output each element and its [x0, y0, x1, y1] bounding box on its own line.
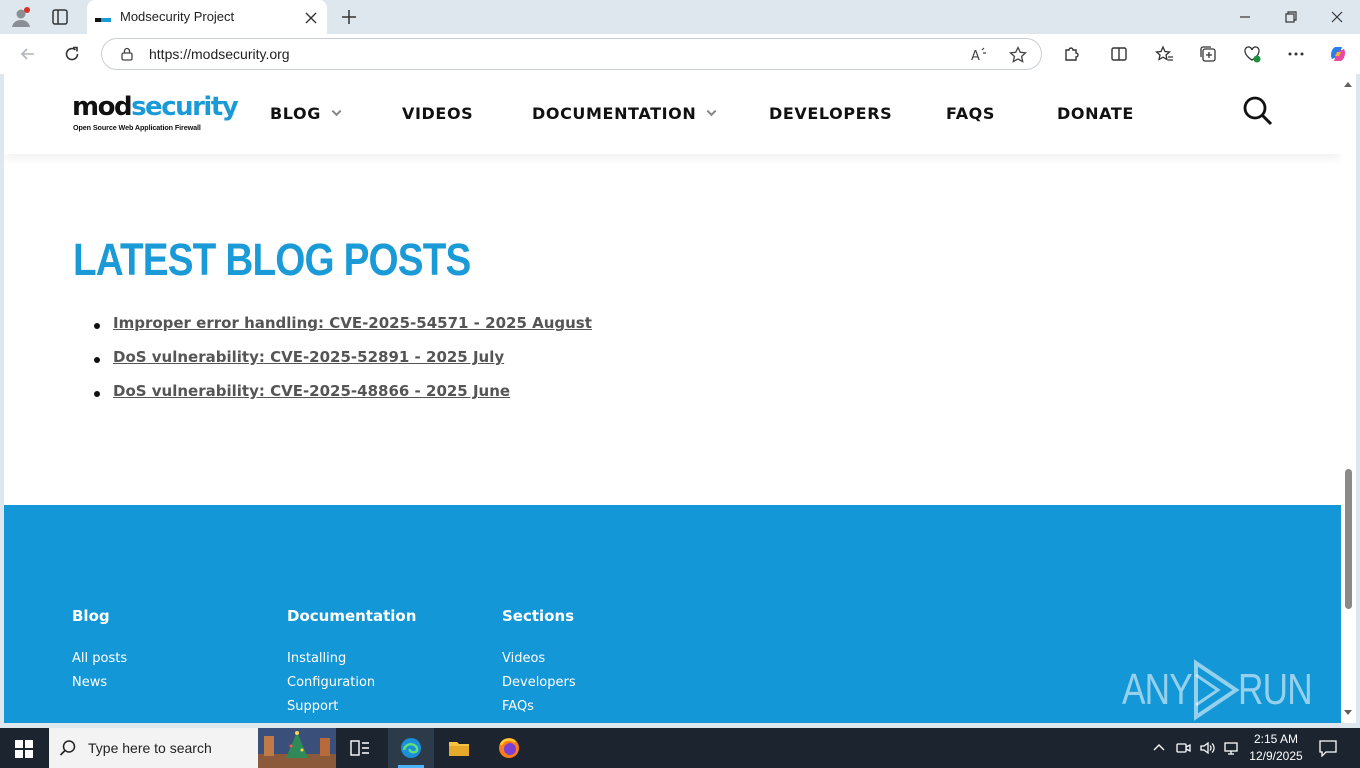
footer-link[interactable]: Installing [287, 651, 416, 675]
url-text[interactable]: https://modsecurity.org [149, 46, 290, 62]
blog-post-link[interactable]: DoS vulnerability: CVE-2025-48866 - 2025… [113, 382, 510, 400]
new-tab-icon[interactable] [339, 7, 359, 27]
close-window-icon[interactable] [1328, 8, 1346, 26]
modsecurity-logo[interactable]: modsecurity Open Source Web Application … [72, 92, 239, 136]
profile-icon[interactable] [10, 6, 32, 28]
latest-blog-posts-heading: LATEST BLOG POSTS [73, 234, 471, 285]
blog-post-link[interactable]: DoS vulnerability: CVE-2025-52891 - 2025… [113, 348, 504, 366]
footer-column-sections: Sections Videos Developers FAQs [502, 607, 576, 723]
collections-icon[interactable] [1198, 44, 1218, 64]
blog-post-link[interactable]: Improper error handling: CVE-2025-54571 … [113, 314, 592, 332]
back-arrow-icon[interactable] [18, 44, 38, 64]
footer-link[interactable]: FAQs [502, 699, 576, 723]
site-footer: Blog All posts News Documentation Instal… [4, 505, 1341, 723]
nav-documentation[interactable]: DOCUMENTATION [532, 104, 717, 123]
network-icon[interactable] [1223, 740, 1239, 756]
refresh-icon[interactable] [62, 44, 82, 64]
favorites-icon[interactable] [1154, 44, 1174, 64]
footer-column-title: Sections [502, 607, 575, 625]
tab-actions-icon[interactable] [50, 7, 70, 27]
clock-time: 2:15 AM [1253, 732, 1299, 746]
clock-date: 12/9/2025 [1249, 749, 1303, 763]
notification-center-icon[interactable] [1318, 739, 1338, 758]
logo-tagline: Open Source Web Application Firewall [73, 123, 201, 132]
extensions-icon[interactable] [1061, 44, 1081, 64]
more-options-icon[interactable] [1286, 44, 1306, 64]
footer-column-title: Documentation [287, 607, 417, 625]
scroll-thumb[interactable] [1345, 469, 1352, 609]
anyrun-watermark: ANY RUN [1118, 659, 1314, 721]
copilot-icon[interactable] [1328, 44, 1348, 64]
browser-tab-strip: Modsecurity Project [0, 0, 1360, 34]
logo-wordmark: modsecurity [72, 92, 239, 122]
footer-link[interactable]: News [72, 675, 127, 699]
minimize-icon[interactable] [1236, 8, 1254, 26]
lock-icon[interactable] [119, 46, 135, 62]
footer-link[interactable]: Support [287, 699, 416, 723]
tab-title: Modsecurity Project [120, 9, 235, 24]
footer-link[interactable]: Developers [502, 675, 576, 699]
svg-text:A: A [971, 49, 980, 64]
footer-column-documentation: Documentation Installing Configuration S… [287, 607, 416, 723]
windows-start-icon[interactable] [15, 740, 33, 758]
split-screen-icon[interactable] [1109, 44, 1129, 64]
browser-essentials-icon[interactable] [1242, 44, 1262, 64]
nav-blog[interactable]: BLOG [270, 104, 342, 123]
taskbar-search-placeholder: Type here to search [88, 740, 212, 756]
chevron-up-icon[interactable] [1151, 740, 1167, 756]
nav-videos[interactable]: VIDEOS [402, 104, 473, 123]
bullet [94, 391, 100, 397]
modsecurity-favicon-icon [95, 11, 111, 23]
file-explorer-icon[interactable] [436, 728, 482, 768]
page-viewport: modsecurity Open Source Web Application … [4, 74, 1341, 723]
edge-browser-icon[interactable] [388, 728, 434, 768]
play-logo-icon [1194, 659, 1240, 721]
windows-taskbar: Type here to search 2:15 AM 12/9/2025 [0, 728, 1360, 768]
firefox-icon[interactable] [486, 728, 532, 768]
close-tab-icon[interactable] [304, 10, 318, 24]
favorite-star-icon[interactable] [1008, 45, 1028, 65]
bullet [94, 357, 100, 363]
bullet [94, 323, 100, 329]
nav-developers[interactable]: DEVELOPERS [769, 104, 892, 123]
footer-link[interactable]: Videos [502, 651, 576, 675]
search-icon [59, 739, 77, 757]
footer-column-title: Blog [72, 607, 110, 625]
nav-donate[interactable]: DONATE [1057, 104, 1134, 123]
chevron-down-icon [331, 106, 342, 117]
footer-column-blog: Blog All posts News [72, 607, 127, 699]
nav-faqs[interactable]: FAQS [946, 104, 995, 123]
scroll-up-arrow-icon[interactable] [1344, 82, 1352, 87]
restore-icon[interactable] [1282, 8, 1300, 26]
volume-icon[interactable] [1199, 740, 1215, 756]
browser-toolbar: https://modsecurity.org A [0, 34, 1360, 74]
search-highlight-image-icon [258, 728, 336, 768]
task-view-icon[interactable] [337, 728, 383, 768]
address-bar[interactable]: https://modsecurity.org A [101, 38, 1042, 70]
page-scrollbar[interactable] [1341, 74, 1356, 723]
tab-modsecurity[interactable]: Modsecurity Project [87, 0, 327, 34]
taskbar-search-box[interactable]: Type here to search [49, 728, 336, 768]
chevron-down-icon [706, 106, 717, 117]
scroll-down-arrow-icon[interactable] [1344, 710, 1352, 715]
site-header: modsecurity Open Source Web Application … [4, 74, 1341, 154]
read-aloud-icon[interactable]: A [969, 45, 989, 65]
meet-now-icon[interactable] [1175, 740, 1191, 756]
taskbar-clock[interactable]: 2:15 AM 12/9/2025 [1246, 731, 1306, 765]
footer-link[interactable]: All posts [72, 651, 127, 675]
search-icon[interactable] [1242, 95, 1274, 127]
footer-link[interactable]: Configuration [287, 675, 416, 699]
